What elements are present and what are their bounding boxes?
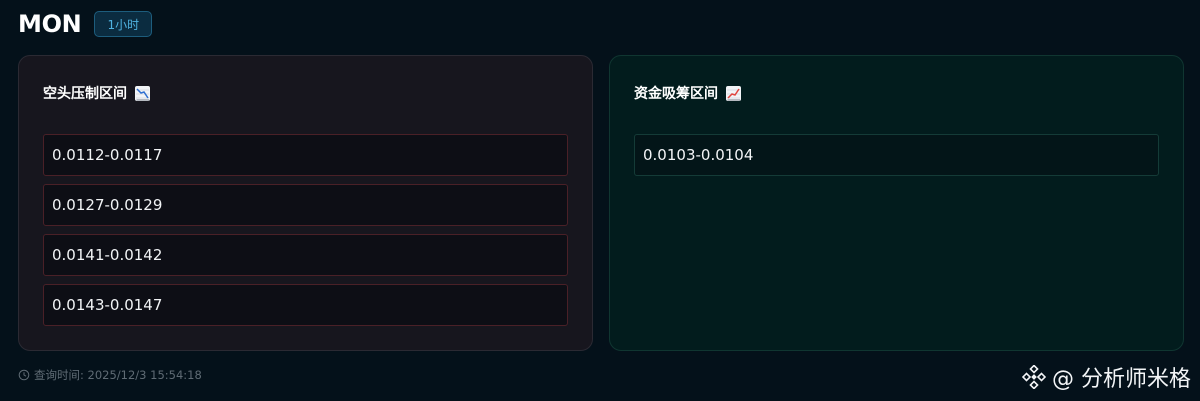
watermark: @ 分析师米格 — [1022, 361, 1191, 393]
binance-logo-icon — [1022, 365, 1046, 389]
resistance-zone: 0.0143-0.0147 — [43, 284, 568, 326]
accumulation-panel-title: 资金吸筹区间 — [634, 83, 741, 103]
symbol-title: MON — [18, 10, 82, 38]
chart-decreasing-icon — [135, 85, 150, 101]
accumulation-title-label: 资金吸筹区间 — [634, 86, 718, 102]
query-time: 查询时间: 2025/12/3 15:54:18 — [18, 367, 202, 383]
resistance-panel: 空头压制区间 0.0112-0.0117 0.0127-0.0129 0.014… — [18, 55, 593, 351]
chart-increasing-icon — [726, 85, 741, 101]
query-time-label: 查询时间: 2025/12/3 15:54:18 — [34, 368, 202, 382]
resistance-zone: 0.0127-0.0129 — [43, 184, 568, 226]
accumulation-panel: 资金吸筹区间 0.0103-0.0104 — [609, 55, 1184, 351]
watermark-text: @ 分析师米格 — [1052, 367, 1191, 392]
header: MON 1小时 — [18, 8, 153, 40]
accumulation-zone-list: 0.0103-0.0104 — [634, 134, 1159, 184]
timeframe-badge[interactable]: 1小时 — [94, 11, 153, 37]
resistance-title-label: 空头压制区间 — [43, 86, 127, 102]
resistance-panel-title: 空头压制区间 — [43, 83, 150, 103]
accumulation-zone: 0.0103-0.0104 — [634, 134, 1159, 176]
resistance-zone: 0.0141-0.0142 — [43, 234, 568, 276]
resistance-zone-list: 0.0112-0.0117 0.0127-0.0129 0.0141-0.014… — [43, 134, 568, 334]
clock-icon — [18, 369, 30, 381]
resistance-zone: 0.0112-0.0117 — [43, 134, 568, 176]
